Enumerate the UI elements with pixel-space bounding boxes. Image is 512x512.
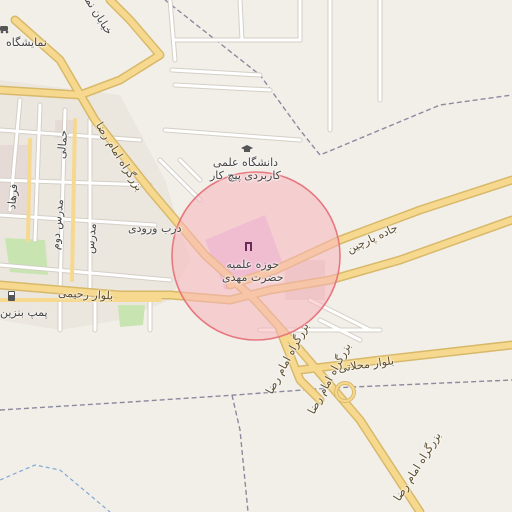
map-viewport[interactable]: خیابان نماز نمایشگاه دانشگاه علمی کاربرد… bbox=[0, 0, 512, 512]
street-label-jamali: جمالی bbox=[54, 129, 71, 160]
highlight-circle bbox=[171, 171, 341, 341]
street-label-modarres: مدرس bbox=[83, 222, 100, 255]
fuel-icon[interactable] bbox=[8, 291, 15, 301]
poi-label-fuel-station: پمپ بنزین bbox=[0, 306, 48, 319]
poi-label-entrance: درب ورودی bbox=[128, 222, 182, 235]
street-label-fard: فرهاد bbox=[5, 183, 21, 210]
poi-label-exhibition: نمایشگاه bbox=[6, 36, 47, 49]
poi-label-hawza[interactable]: حوزه علمیه حضرت مهدی bbox=[222, 258, 284, 284]
poi-label-university[interactable]: دانشگاه علمی کاربردی پیچ کار bbox=[210, 156, 281, 182]
park-area bbox=[118, 305, 145, 327]
